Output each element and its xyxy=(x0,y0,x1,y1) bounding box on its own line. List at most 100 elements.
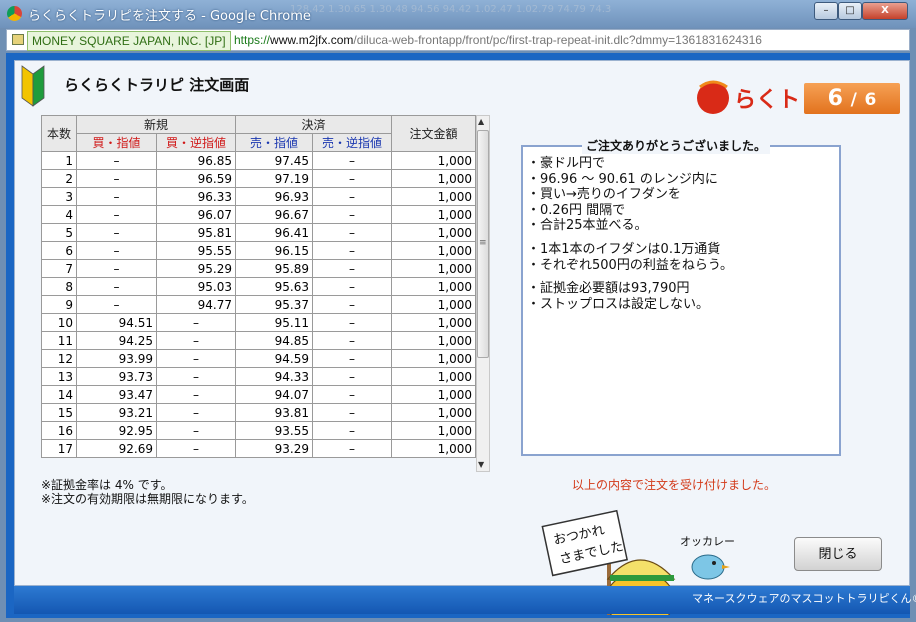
order-table: 本数 新規 決済 注文金額 買・指値 買・逆指値 売・指値 売・逆指値 1–96… xyxy=(41,115,477,458)
buy-limit-cell: – xyxy=(76,295,157,314)
order-accepted-message: 以上の内容で注文を受け付けました。 xyxy=(572,478,777,492)
window-title: らくらくトラリピを注文する - Google Chrome xyxy=(28,9,311,24)
minimize-button[interactable]: – xyxy=(814,2,838,20)
step-total: 6 xyxy=(864,90,877,110)
amount-cell: 1,000 xyxy=(391,331,477,350)
header-amount: 注文金額 xyxy=(391,115,477,152)
buy-limit-cell: – xyxy=(76,169,157,188)
row-no-cell: 4 xyxy=(41,205,77,224)
amount-cell: 1,000 xyxy=(391,295,477,314)
row-no-cell: 11 xyxy=(41,331,77,350)
buy-stop-cell: – xyxy=(155,385,237,404)
confirmation-spacer xyxy=(527,273,832,281)
buy-stop-cell: – xyxy=(155,349,237,368)
amount-cell: 1,000 xyxy=(391,349,477,368)
sell-stop-cell: – xyxy=(312,367,393,386)
table-row: 9–94.77 95.37–1,000 xyxy=(41,295,477,314)
table-row: 12 93.99–94.59–1,000 xyxy=(41,349,477,368)
url-scheme: https:// xyxy=(234,33,271,47)
row-no-cell: 10 xyxy=(41,313,77,332)
row-no-cell: 2 xyxy=(41,169,77,188)
buy-limit-cell: – xyxy=(76,223,157,242)
row-no-cell: 17 xyxy=(41,439,77,458)
sell-limit-cell: 94.59 xyxy=(235,349,314,368)
buy-limit-cell: – xyxy=(76,277,157,296)
header-sell-stop: 売・逆指値 xyxy=(312,133,393,152)
close-button[interactable]: 閉じる xyxy=(794,537,882,571)
amount-cell: 1,000 xyxy=(391,259,477,278)
maximize-button[interactable]: □ xyxy=(838,2,862,20)
buy-limit-cell: 92.95 xyxy=(76,421,157,440)
step-indicator: 6 / 6 xyxy=(804,83,900,114)
desktop-edge xyxy=(910,53,916,622)
sell-limit-cell: 95.37 xyxy=(235,295,314,314)
buy-stop-cell: 96.59 xyxy=(155,169,237,188)
sell-stop-cell: – xyxy=(312,277,393,296)
expiry-note: ※注文の有効期限は無期限になります。 xyxy=(41,492,254,506)
window-close-button[interactable]: X xyxy=(862,2,908,20)
table-row: 10 94.51–95.11–1,000 xyxy=(41,313,477,332)
sell-limit-cell: 97.45 xyxy=(235,151,314,170)
sell-stop-cell: – xyxy=(312,421,393,440)
row-no-cell: 6 xyxy=(41,241,77,260)
confirmation-line: ・証拠金必要額は93,790円 xyxy=(527,281,690,297)
rakutora-logo: らくトラ xyxy=(697,80,802,114)
amount-cell: 1,000 xyxy=(391,313,477,332)
table-row: 13 93.73–94.33–1,000 xyxy=(41,367,477,386)
confirmation-line: ・買い→売りのイフダンを xyxy=(527,187,681,203)
confirmation-line: ・合計25本並べる。 xyxy=(527,218,648,234)
mascot-caption: マネースクウェアのマスコットトラリピくん® xyxy=(692,592,916,605)
table-row: 5–95.81 96.41–1,000 xyxy=(41,223,477,242)
sell-stop-cell: – xyxy=(312,385,393,404)
sell-stop-cell: – xyxy=(312,151,393,170)
table-row: 15 93.21–93.81–1,000 xyxy=(41,403,477,422)
row-no-cell: 9 xyxy=(41,295,77,314)
buy-limit-cell: 93.47 xyxy=(76,385,157,404)
buy-limit-cell: – xyxy=(76,241,157,260)
sell-stop-cell: – xyxy=(312,439,393,458)
header-buy-stop: 買・逆指値 xyxy=(155,133,237,152)
amount-cell: 1,000 xyxy=(391,169,477,188)
table-row: 6–95.55 96.15–1,000 xyxy=(41,241,477,260)
background-ticker: 128.42 1.30.65 1.30.48 94.56 94.42 1.02.… xyxy=(290,4,612,15)
table-row: 16 92.95–93.55–1,000 xyxy=(41,421,477,440)
url-path: /diluca-web-frontapp/front/pc/first-trap… xyxy=(353,33,762,47)
buy-stop-cell: 95.29 xyxy=(155,259,237,278)
header-buy-limit: 買・指値 xyxy=(76,133,157,152)
row-no-cell: 3 xyxy=(41,187,77,206)
buy-limit-cell: 93.99 xyxy=(76,349,157,368)
url-text[interactable]: https://www.m2jfx.com/diluca-web-frontap… xyxy=(234,33,762,47)
sell-stop-cell: – xyxy=(312,187,393,206)
table-row: 17 92.69–93.29–1,000 xyxy=(41,439,477,458)
sell-stop-cell: – xyxy=(312,241,393,260)
sell-limit-cell: 95.11 xyxy=(235,313,314,332)
amount-cell: 1,000 xyxy=(391,277,477,296)
page-title: らくらくトラリピ 注文画面 xyxy=(64,76,250,94)
bird-label: オッカレー xyxy=(680,535,735,548)
buy-stop-cell: 95.81 xyxy=(155,223,237,242)
buy-stop-cell: – xyxy=(155,439,237,458)
sell-limit-cell: 94.07 xyxy=(235,385,314,404)
sell-limit-cell: 97.19 xyxy=(235,169,314,188)
sell-stop-cell: – xyxy=(312,259,393,278)
buy-stop-cell: 94.77 xyxy=(155,295,237,314)
logo-text: らくトラ xyxy=(734,88,802,113)
buy-limit-cell: 94.51 xyxy=(76,313,157,332)
sell-limit-cell: 95.63 xyxy=(235,277,314,296)
buy-stop-cell: 95.55 xyxy=(155,241,237,260)
buy-limit-cell: – xyxy=(76,259,157,278)
amount-cell: 1,000 xyxy=(391,205,477,224)
row-no-cell: 14 xyxy=(41,385,77,404)
sell-limit-cell: 93.29 xyxy=(235,439,314,458)
site-identity-badge[interactable]: MONEY SQUARE JAPAN, INC. [JP] xyxy=(27,31,231,51)
buy-stop-cell: – xyxy=(155,331,237,350)
buy-limit-cell: 93.21 xyxy=(76,403,157,422)
header-row-no: 本数 xyxy=(41,115,77,152)
confirmation-line: ・96.96 〜 90.61 のレンジ内に xyxy=(527,171,718,187)
table-row: 1–96.85 97.45–1,000 xyxy=(41,151,477,170)
scroll-down-arrow-icon[interactable]: ▼ xyxy=(478,460,484,469)
row-no-cell: 7 xyxy=(41,259,77,278)
step-separator: / xyxy=(850,90,857,110)
table-row: 11 94.25–94.85–1,000 xyxy=(41,331,477,350)
scroll-up-arrow-icon[interactable]: ▲ xyxy=(478,117,484,126)
